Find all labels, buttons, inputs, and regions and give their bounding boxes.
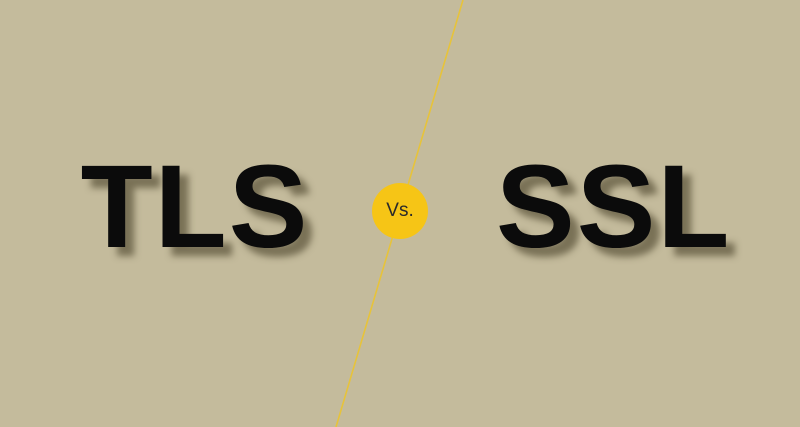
right-term-heading: SSL — [496, 141, 732, 273]
versus-label: Vs. — [386, 200, 414, 221]
versus-badge: Vs. — [372, 183, 428, 239]
left-term-heading: TLS — [80, 141, 310, 273]
